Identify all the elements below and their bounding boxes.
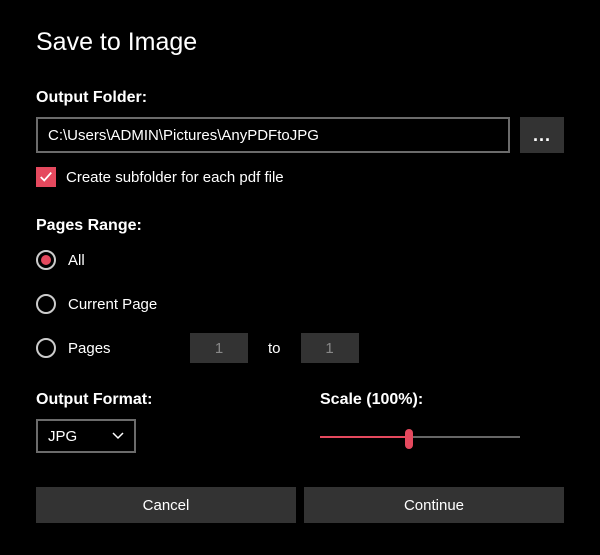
- radio-current-label: Current Page: [68, 296, 178, 313]
- output-folder-input[interactable]: [36, 117, 510, 153]
- output-format-col: Output Format: JPG: [36, 391, 280, 453]
- cancel-button[interactable]: Cancel: [36, 487, 296, 523]
- output-format-label: Output Format:: [36, 391, 280, 409]
- radio-row-all[interactable]: All: [36, 245, 564, 275]
- radio-all-label: All: [68, 252, 178, 269]
- dialog-title: Save to Image: [36, 28, 564, 57]
- scale-label: Scale (100%):: [320, 391, 564, 409]
- subfolder-checkbox-label: Create subfolder for each pdf file: [66, 169, 284, 186]
- slider-track-inactive: [410, 436, 520, 438]
- dialog-button-row: Cancel Continue: [36, 487, 564, 523]
- pages-range-label: Pages Range:: [36, 217, 564, 235]
- page-to-label: to: [268, 340, 281, 357]
- output-format-select[interactable]: JPG: [36, 419, 136, 453]
- radio-current-page[interactable]: [36, 294, 56, 314]
- save-to-image-dialog: Save to Image Output Folder: ... Create …: [0, 0, 600, 551]
- format-scale-row: Output Format: JPG Scale (100%):: [36, 391, 564, 453]
- subfolder-checkbox[interactable]: [36, 167, 56, 187]
- page-to-input[interactable]: [301, 333, 359, 363]
- radio-row-pages[interactable]: Pages to: [36, 333, 564, 363]
- output-format-value: JPG: [48, 428, 77, 445]
- output-folder-row: ...: [36, 117, 564, 153]
- radio-pages[interactable]: [36, 338, 56, 358]
- output-folder-label: Output Folder:: [36, 89, 564, 107]
- subfolder-checkbox-row[interactable]: Create subfolder for each pdf file: [36, 167, 564, 187]
- browse-button[interactable]: ...: [520, 117, 564, 153]
- scale-slider[interactable]: [320, 427, 520, 447]
- radio-row-current[interactable]: Current Page: [36, 289, 564, 319]
- continue-button[interactable]: Continue: [304, 487, 564, 523]
- scale-col: Scale (100%):: [320, 391, 564, 453]
- page-from-input[interactable]: [190, 333, 248, 363]
- radio-pages-label: Pages: [68, 340, 178, 357]
- slider-thumb[interactable]: [405, 429, 413, 449]
- chevron-down-icon: [112, 432, 124, 440]
- pages-range-group: All Current Page Pages to: [36, 245, 564, 363]
- slider-track-active: [320, 436, 410, 438]
- check-icon: [39, 170, 53, 184]
- radio-all[interactable]: [36, 250, 56, 270]
